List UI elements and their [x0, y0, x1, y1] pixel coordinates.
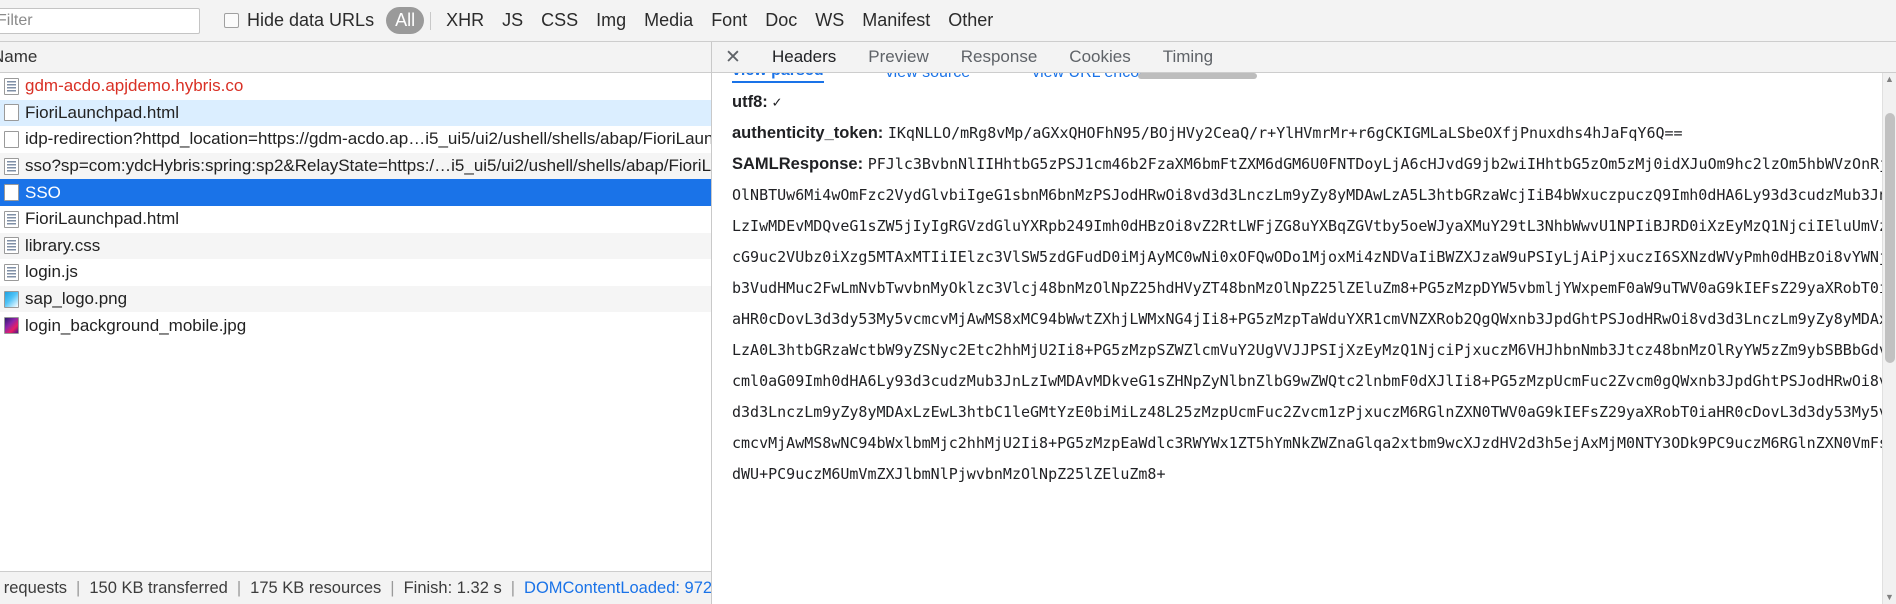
tab-response[interactable]: Response — [945, 42, 1054, 72]
status-domcontentloaded: DOMContentLoaded: 972 ms — [524, 578, 711, 597]
document-icon — [4, 157, 19, 175]
status-resources: 175 KB resources — [250, 578, 382, 597]
headers-content: view parsed view source view URL encoded… — [712, 73, 1896, 604]
request-list-pane: Name gdm-acdo.apjdemo.hybris.co FioriLau… — [0, 42, 712, 604]
table-row-selected[interactable]: SSO — [0, 179, 711, 206]
table-row[interactable]: library.css — [0, 232, 711, 260]
table-row[interactable]: idp-redirection?httpd_location=https://g… — [0, 126, 711, 153]
request-name: login_background_mobile.jpg — [25, 315, 247, 335]
form-data-entry-samlresponse: SAMLResponse: PFJlc3BvbnNlIIHhtbG5zPSJ1c… — [732, 149, 1896, 490]
request-name: SSO — [25, 182, 61, 202]
blank-document-icon — [4, 104, 19, 122]
tab-cookies[interactable]: Cookies — [1053, 42, 1146, 72]
table-row[interactable]: FioriLaunchpad.html — [0, 205, 711, 233]
type-filter-doc[interactable]: Doc — [756, 7, 806, 34]
tab-timing[interactable]: Timing — [1147, 42, 1229, 72]
request-detail-pane: ✕ Headers Preview Response Cookies Timin… — [712, 42, 1896, 604]
document-icon — [4, 237, 19, 255]
hide-data-urls-toggle[interactable]: Hide data URLs — [224, 10, 374, 31]
form-data-value: IKqNLLO/mRg8vMp/aGXxQHOFhN95/BOjHVy2CeaQ… — [887, 124, 1683, 142]
form-data-entry-utf8: utf8: ✓ — [732, 87, 1896, 118]
request-name: sso?sp=com:ydcHybris:spring:sp2&RelaySta… — [25, 156, 711, 176]
document-icon — [4, 263, 19, 281]
type-filter-img[interactable]: Img — [587, 7, 635, 34]
vertical-scrollbar[interactable]: ▲ ▼ — [1882, 73, 1896, 604]
hide-data-urls-label: Hide data URLs — [247, 10, 375, 30]
table-row[interactable]: gdm-acdo.apjdemo.hybris.co — [0, 73, 711, 100]
network-status-bar: 0 requests | 150 KB transferred | 175 KB… — [0, 571, 711, 604]
tab-preview[interactable]: Preview — [852, 42, 944, 72]
column-header-name: Name — [0, 47, 38, 66]
resource-type-filters: All XHR JS CSS Img Media Font Doc WS Man… — [386, 7, 1002, 34]
status-separator: | — [510, 578, 516, 597]
jpg-image-icon — [4, 317, 19, 335]
table-row[interactable]: login_background_mobile.jpg — [0, 312, 711, 339]
status-requests: 0 requests — [0, 578, 68, 597]
type-filter-other[interactable]: Other — [939, 7, 1002, 34]
request-list-header: Name — [0, 42, 711, 73]
document-icon — [4, 210, 19, 228]
scroll-down-arrow[interactable]: ▼ — [1883, 591, 1896, 604]
table-row[interactable]: FioriLaunchpad.html — [0, 99, 711, 127]
blank-document-icon — [4, 130, 19, 148]
filter-divider — [430, 11, 432, 30]
network-filter-bar: Hide data URLs All XHR JS CSS Img Media … — [0, 0, 1896, 42]
request-name: sap_logo.png — [25, 289, 128, 309]
type-filter-media[interactable]: Media — [635, 7, 702, 34]
close-icon[interactable]: ✕ — [720, 48, 746, 67]
status-transferred: 150 KB transferred — [89, 578, 228, 597]
type-filter-font[interactable]: Font — [702, 7, 756, 34]
devtools-network-panel: Hide data URLs All XHR JS CSS Img Media … — [0, 0, 1896, 604]
request-rows: gdm-acdo.apjdemo.hybris.co FioriLaunchpa… — [0, 73, 711, 571]
png-image-icon — [4, 290, 19, 308]
request-name: FioriLaunchpad.html — [25, 102, 180, 122]
type-filter-xhr[interactable]: XHR — [437, 7, 493, 34]
request-name: library.css — [25, 235, 101, 255]
status-separator: | — [236, 578, 242, 597]
form-data-key: utf8: — [732, 93, 768, 111]
filter-input[interactable] — [0, 7, 200, 34]
status-finish: Finish: 1.32 s — [403, 578, 502, 597]
table-row[interactable]: sap_logo.png — [0, 285, 711, 313]
type-filter-all[interactable]: All — [386, 7, 425, 34]
horizontal-scrollbar-thumb[interactable] — [1138, 73, 1257, 79]
request-name: gdm-acdo.apjdemo.hybris.co — [25, 76, 244, 96]
request-name: FioriLaunchpad.html — [25, 209, 180, 229]
form-data-entry-authenticity-token: authenticity_token: IKqNLLO/mRg8vMp/aGXx… — [732, 118, 1896, 149]
hide-data-urls-checkbox[interactable] — [224, 13, 239, 28]
request-name: idp-redirection?httpd_location=https://g… — [25, 129, 711, 149]
vertical-scrollbar-thumb[interactable] — [1885, 113, 1895, 363]
horizontal-scrollbar[interactable] — [712, 73, 1896, 79]
type-filter-ws[interactable]: WS — [806, 7, 853, 34]
table-row[interactable]: sso?sp=com:ydcHybris:spring:sp2&RelaySta… — [0, 152, 711, 180]
tab-headers[interactable]: Headers — [756, 42, 852, 72]
type-filter-js[interactable]: JS — [493, 7, 532, 34]
form-data-list: utf8: ✓ authenticity_token: IKqNLLO/mRg8… — [732, 73, 1896, 490]
request-name: login.js — [25, 262, 78, 282]
document-icon — [4, 77, 19, 95]
table-row[interactable]: login.js — [0, 259, 711, 286]
form-data-key: authenticity_token: — [732, 124, 884, 142]
form-data-value: ✓ — [772, 93, 782, 111]
form-data-key: SAMLResponse: — [732, 155, 864, 173]
blank-document-icon — [4, 184, 19, 202]
status-separator: | — [76, 578, 81, 597]
status-separator: | — [390, 578, 395, 597]
form-data-value: PFJlc3BvbnNlIIHhtbG5zPSJ1cm46b2FzaXM6bmF… — [732, 155, 1889, 483]
detail-tab-bar: ✕ Headers Preview Response Cookies Timin… — [712, 42, 1896, 73]
scroll-up-arrow[interactable]: ▲ — [1883, 73, 1896, 86]
type-filter-manifest[interactable]: Manifest — [853, 7, 939, 34]
type-filter-css[interactable]: CSS — [532, 7, 587, 34]
network-main-area: Name gdm-acdo.apjdemo.hybris.co FioriLau… — [0, 42, 1896, 604]
